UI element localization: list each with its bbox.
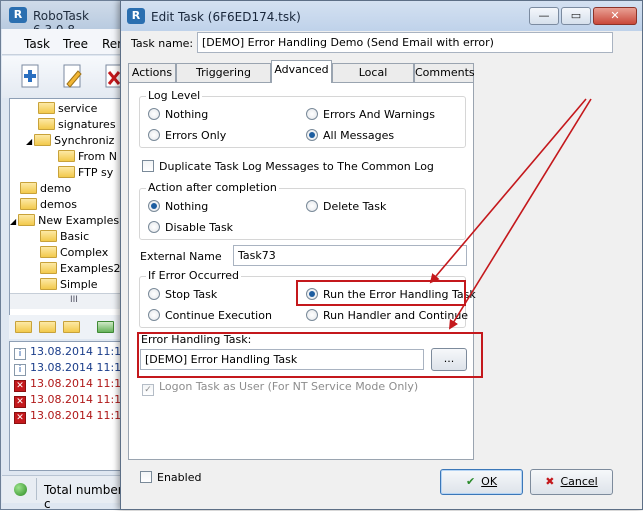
check-icon: ✔ (465, 475, 476, 488)
checkbox-icon (140, 471, 152, 483)
cancel-label: Cancel (560, 475, 598, 488)
ok-button[interactable]: ✔ OK (440, 469, 523, 495)
annotation-arrow (448, 98, 592, 330)
cancel-button[interactable]: ✖ Cancel (530, 469, 613, 495)
ok-label: OK (481, 475, 498, 488)
tab-advanced[interactable]: Advanced (271, 60, 332, 83)
cancel-x-icon: ✖ (545, 475, 555, 488)
checkbox-label: Enabled (157, 471, 202, 484)
annotation-arrow (429, 98, 587, 284)
enabled-checkbox[interactable]: Enabled (140, 471, 201, 485)
